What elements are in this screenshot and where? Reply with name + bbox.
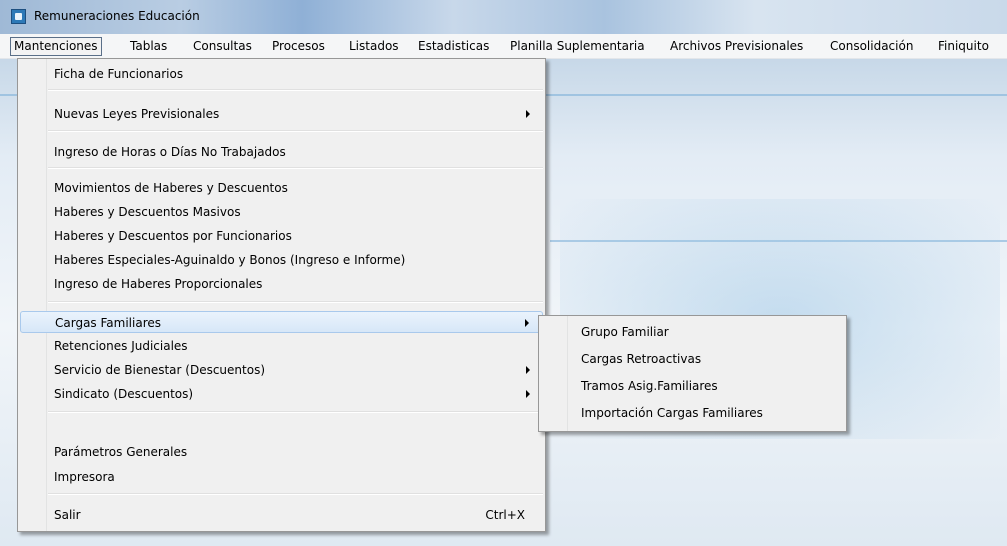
menu-item-movimientos[interactable]: Movimientos de Haberes y Descuentos — [20, 177, 543, 199]
cargas-familiares-submenu: Grupo Familiar Cargas Retroactivas Tramo… — [538, 315, 847, 432]
menu-item-label: Servicio de Bienestar (Descuentos) — [54, 363, 265, 377]
menu-procesos[interactable]: Procesos — [269, 38, 328, 55]
menu-separator — [48, 411, 543, 413]
menu-separator — [48, 89, 543, 91]
menu-item-label: Sindicato (Descuentos) — [54, 387, 194, 401]
app-icon — [11, 9, 26, 24]
title-bar: Remuneraciones Educación — [0, 0, 1007, 34]
menu-finiquito[interactable]: Finiquito — [935, 38, 992, 55]
menu-separator — [48, 493, 543, 495]
menu-archivos-previsionales[interactable]: Archivos Previsionales — [667, 38, 806, 55]
menu-item-label: Haberes y Descuentos Masivos — [54, 205, 241, 219]
menu-separator — [48, 130, 543, 132]
menu-item-label: Ingreso de Haberes Proporcionales — [54, 277, 263, 291]
menu-item-parametros[interactable]: Parámetros Generales — [20, 441, 543, 463]
menu-consultas[interactable]: Consultas — [190, 38, 255, 55]
submenu-item-tramos[interactable]: Tramos Asig.Familiares — [541, 375, 844, 397]
menu-item-label: Ingreso de Horas o Días No Trabajados — [54, 145, 286, 159]
menu-item-salir[interactable]: Salir Ctrl+X — [20, 504, 543, 526]
menu-bar: Mantenciones Tablas Consultas Procesos L… — [0, 34, 1007, 59]
menu-item-haberes-especiales[interactable]: Haberes Especiales-Aguinaldo y Bonos (In… — [20, 249, 543, 271]
menu-mantenciones[interactable]: Mantenciones — [10, 37, 102, 56]
menu-item-cargas-familiares[interactable]: Cargas Familiares — [20, 311, 543, 333]
menu-item-label: Nuevas Leyes Previsionales — [54, 107, 220, 121]
menu-item-label: Cargas Familiares — [55, 316, 161, 330]
menu-item-label: Haberes Especiales-Aguinaldo y Bonos (In… — [54, 253, 406, 267]
menu-item-label: Ficha de Funcionarios — [54, 67, 184, 81]
submenu-arrow-icon — [526, 390, 530, 398]
menu-item-sindicato[interactable]: Sindicato (Descuentos) — [20, 383, 543, 405]
submenu-item-grupo-familiar[interactable]: Grupo Familiar — [541, 321, 844, 343]
menu-item-label: Grupo Familiar — [581, 325, 669, 339]
menu-item-ficha-funcionarios[interactable]: Ficha de Funcionarios — [20, 63, 543, 85]
menu-item-label: Haberes y Descuentos por Funcionarios — [54, 229, 292, 243]
menu-separator — [48, 301, 543, 303]
submenu-arrow-icon — [526, 110, 530, 118]
menu-item-retenciones[interactable]: Retenciones Judiciales — [20, 335, 543, 357]
menu-estadisticas[interactable]: Estadisticas — [415, 38, 492, 55]
submenu-arrow-icon — [526, 366, 530, 374]
menu-item-shortcut: Ctrl+X — [485, 508, 525, 522]
menu-item-label: Tramos Asig.Familiares — [581, 379, 718, 393]
menu-item-label: Retenciones Judiciales — [54, 339, 188, 353]
menu-tablas[interactable]: Tablas — [127, 38, 170, 55]
menu-item-bienestar[interactable]: Servicio de Bienestar (Descuentos) — [20, 359, 543, 381]
menu-item-label: Importación Cargas Familiares — [581, 406, 763, 420]
menu-item-label: Parámetros Generales — [54, 445, 188, 459]
submenu-arrow-icon — [525, 319, 529, 327]
menu-item-label: Salir — [54, 508, 81, 522]
menu-item-ingreso-horas[interactable]: Ingreso de Horas o Días No Trabajados — [20, 141, 543, 163]
menu-item-label: Cargas Retroactivas — [581, 352, 702, 366]
menu-listados[interactable]: Listados — [346, 38, 402, 55]
mantenciones-dropdown: Ficha de Funcionarios Nuevas Leyes Previ… — [17, 58, 546, 532]
submenu-item-importacion[interactable]: Importación Cargas Familiares — [541, 402, 844, 424]
menu-item-haberes-proporcionales[interactable]: Ingreso de Haberes Proporcionales — [20, 273, 543, 295]
menu-planilla-suplementaria[interactable]: Planilla Suplementaria — [507, 38, 648, 55]
menu-item-masivos[interactable]: Haberes y Descuentos Masivos — [20, 201, 543, 223]
menu-item-label: Impresora — [54, 470, 115, 484]
menu-item-label: Movimientos de Haberes y Descuentos — [54, 181, 288, 195]
menu-separator — [48, 167, 543, 169]
menu-item-por-funcionarios[interactable]: Haberes y Descuentos por Funcionarios — [20, 225, 543, 247]
submenu-item-cargas-retroactivas[interactable]: Cargas Retroactivas — [541, 348, 844, 370]
menu-consolidacion[interactable]: Consolidación — [827, 38, 916, 55]
menu-item-impresora[interactable]: Impresora — [20, 466, 543, 488]
menu-item-nuevas-leyes[interactable]: Nuevas Leyes Previsionales — [20, 103, 543, 125]
window-title: Remuneraciones Educación — [34, 9, 200, 23]
